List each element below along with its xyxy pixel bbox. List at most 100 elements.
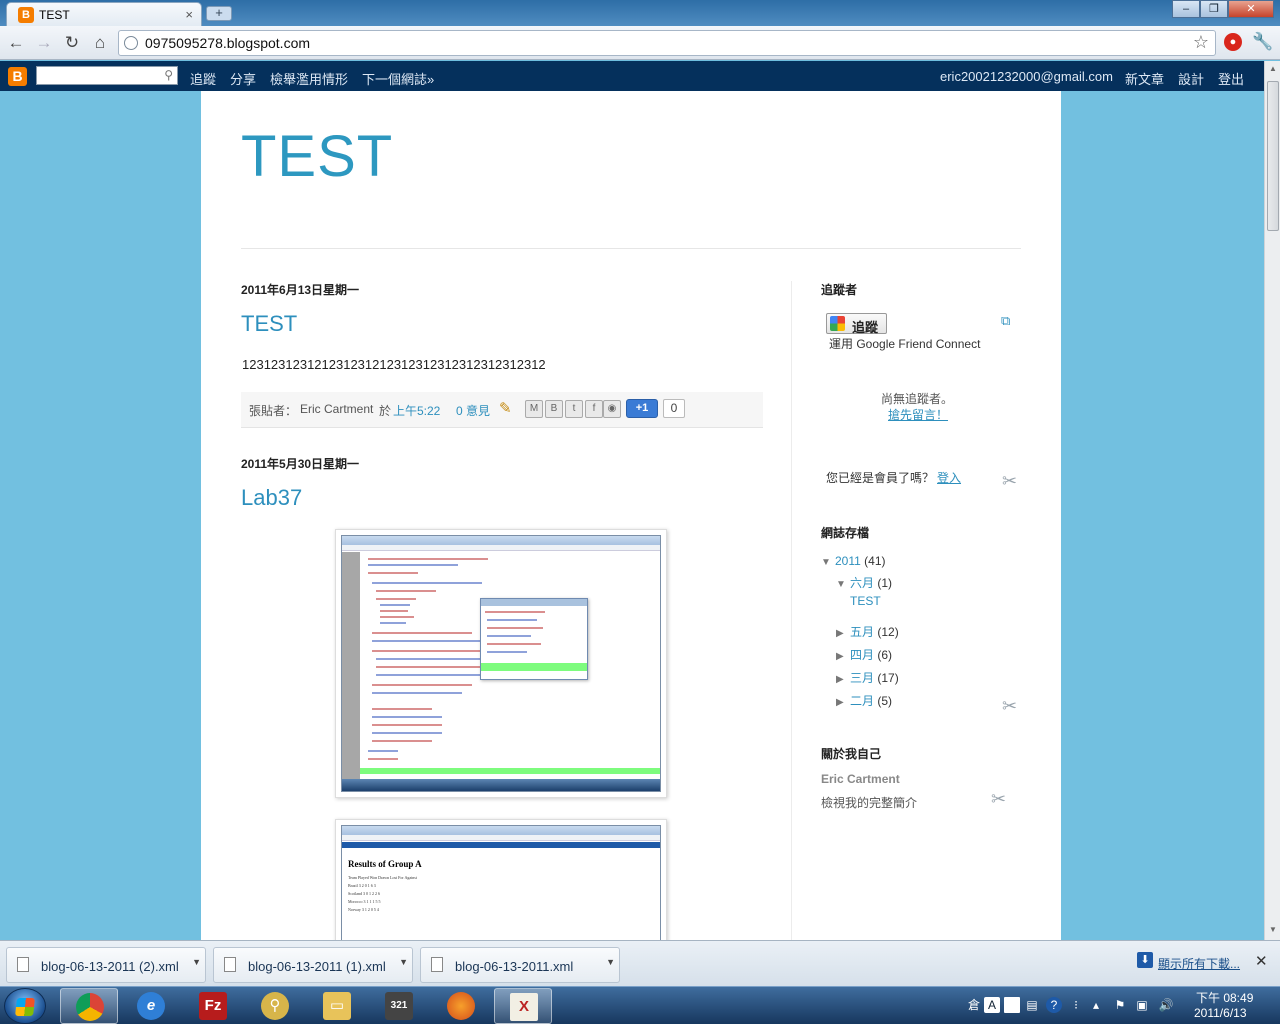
archive-month[interactable]: ▶ 三月 (17): [836, 669, 899, 686]
dropdown-arrow-icon[interactable]: ▼: [192, 957, 201, 967]
navbar-sign-out-link[interactable]: 登出: [1218, 69, 1244, 88]
taskbar-filezilla[interactable]: Fz: [184, 988, 242, 1024]
tab-title: TEST: [39, 8, 70, 22]
plus-one-button[interactable]: +1: [626, 399, 658, 418]
minimize-button[interactable]: –: [1172, 0, 1200, 18]
edit-gadget-tools-icon[interactable]: ✂: [1002, 471, 1017, 492]
twitter-share-icon[interactable]: t: [565, 400, 583, 418]
plus-one-count: 0: [663, 399, 685, 418]
download-item[interactable]: blog-06-13-2011 (1).xml ▼: [213, 947, 413, 983]
taskbar-xml-editor[interactable]: X: [494, 988, 552, 1024]
forward-arrow-icon[interactable]: →: [33, 32, 55, 54]
post-title[interactable]: Lab37: [241, 485, 302, 511]
collapsed-triangle-icon[interactable]: ▶: [836, 628, 850, 639]
archive-month[interactable]: ▼ 六月 (1): [836, 574, 892, 591]
facebook-share-icon[interactable]: f: [585, 400, 603, 418]
posted-by-label: 張貼者：: [249, 404, 298, 418]
options-icon[interactable]: ⁝: [1068, 997, 1084, 1013]
new-tab-button[interactable]: +: [206, 6, 232, 21]
taskbar-ie[interactable]: e: [122, 988, 180, 1024]
show-all-downloads-link[interactable]: 顯示所有下載...: [1158, 955, 1240, 972]
archive-month[interactable]: ▶ 四月 (6): [836, 646, 892, 663]
close-shelf-icon[interactable]: ✕: [1255, 952, 1268, 970]
keyboard-icon[interactable]: ▤: [1024, 997, 1040, 1013]
blog-search-input[interactable]: ⚲: [36, 66, 178, 85]
maximize-button[interactable]: ❐: [1200, 0, 1228, 18]
be-first-link[interactable]: 搶先留言！: [888, 406, 948, 423]
bookmark-star-icon[interactable]: ☆: [1193, 32, 1209, 53]
blogger-logo-icon[interactable]: B: [8, 67, 27, 86]
browser-tab[interactable]: B TEST ×: [6, 2, 202, 26]
show-hidden-icons-icon[interactable]: ▴: [1088, 997, 1104, 1013]
collapsed-triangle-icon[interactable]: ▶: [836, 674, 850, 685]
edit-pencil-icon[interactable]: ✎: [499, 399, 512, 417]
collapsed-triangle-icon[interactable]: ▶: [836, 697, 850, 708]
sign-in-link[interactable]: 登入: [937, 469, 961, 486]
archive-post-link[interactable]: TEST: [850, 594, 881, 608]
back-arrow-icon[interactable]: ←: [5, 32, 27, 54]
scroll-down-arrow-icon[interactable]: ▼: [1267, 925, 1279, 937]
folder-icon: ▭: [323, 992, 351, 1020]
scroll-up-arrow-icon[interactable]: ▲: [1267, 64, 1279, 76]
reload-icon[interactable]: ↻: [61, 32, 83, 54]
archive-month[interactable]: ▶ 二月 (5): [836, 692, 892, 709]
post-body: 1231231231212312312123123123123123123123…: [242, 357, 546, 372]
tab-close-icon[interactable]: ×: [185, 7, 193, 22]
follow-button[interactable]: 追蹤: [826, 313, 887, 335]
post-image[interactable]: Results of Group A Team Played Won Drawn…: [335, 819, 667, 940]
wrench-menu-icon[interactable]: 🔧: [1252, 32, 1273, 52]
home-icon[interactable]: ⌂: [89, 32, 111, 54]
post-title[interactable]: TEST: [241, 311, 297, 337]
blogger-share-icon[interactable]: B: [545, 400, 563, 418]
network-icon[interactable]: ▣: [1134, 997, 1150, 1013]
navbar-next-blog-link[interactable]: 下一個網誌»: [362, 69, 434, 88]
vertical-scrollbar[interactable]: ▲ ▼: [1264, 61, 1280, 940]
archive-year[interactable]: ▼ 2011 (41): [821, 554, 886, 568]
email-share-icon[interactable]: M: [525, 400, 543, 418]
search-icon[interactable]: ⚲: [164, 68, 173, 82]
archive-month[interactable]: ▶ 五月 (12): [836, 623, 899, 640]
navbar-new-post-link[interactable]: 新文章: [1125, 69, 1164, 88]
extension-icon[interactable]: ●: [1224, 33, 1242, 51]
post-footer: 張貼者： Eric Cartment 於 上午5:22 0 意見 ✎ M B t…: [241, 392, 763, 428]
navbar-report-abuse-link[interactable]: 檢舉濫用情形: [270, 69, 348, 88]
dropdown-arrow-icon[interactable]: ▼: [606, 957, 615, 967]
taskbar-firefox[interactable]: [432, 988, 490, 1024]
address-bar[interactable]: 0975095278.blogspot.com ☆: [118, 30, 1216, 56]
ime-icon[interactable]: 倉: [966, 997, 982, 1013]
clock-time[interactable]: 下午 08:49: [1196, 989, 1253, 1006]
taskbar-chrome[interactable]: [60, 988, 118, 1024]
help-icon[interactable]: ?: [1046, 997, 1062, 1013]
scrollbar-thumb[interactable]: [1267, 81, 1279, 231]
dropdown-arrow-icon[interactable]: ▼: [399, 957, 408, 967]
taskbar-search-tool[interactable]: ⚲: [246, 988, 304, 1024]
browser-tab-strip: B TEST × + – ❐ ✕: [0, 0, 1280, 26]
font-a-icon[interactable]: A: [984, 997, 1000, 1013]
post-comments-link[interactable]: 0 意見: [456, 402, 490, 419]
expanded-triangle-icon[interactable]: ▼: [821, 557, 835, 568]
view-profile-link[interactable]: 檢視我的完整簡介: [821, 794, 917, 811]
buzz-share-icon[interactable]: ◉: [603, 400, 621, 418]
blog-title[interactable]: TEST: [241, 123, 393, 190]
action-center-flag-icon[interactable]: ⚑: [1112, 997, 1128, 1013]
download-item[interactable]: blog-06-13-2011.xml ▼: [420, 947, 620, 983]
post-image[interactable]: [335, 529, 667, 798]
expanded-triangle-icon[interactable]: ▼: [836, 579, 850, 590]
download-item[interactable]: blog-06-13-2011 (2).xml ▼: [6, 947, 206, 983]
navbar-share-link[interactable]: 分享: [230, 69, 256, 88]
volume-icon[interactable]: 🔊: [1158, 997, 1174, 1013]
popout-icon[interactable]: ⧉: [1001, 313, 1010, 329]
start-button[interactable]: [4, 988, 46, 1024]
navbar-design-link[interactable]: 設計: [1178, 69, 1204, 88]
window-close-button[interactable]: ✕: [1228, 0, 1274, 18]
input-mode-icon[interactable]: [1004, 997, 1020, 1013]
about-name[interactable]: Eric Cartment: [821, 772, 900, 786]
clock-date[interactable]: 2011/6/13: [1194, 1006, 1247, 1020]
navbar-follow-link[interactable]: 追蹤: [190, 69, 216, 88]
taskbar-explorer[interactable]: ▭: [308, 988, 366, 1024]
taskbar-media[interactable]: 321: [370, 988, 428, 1024]
edit-gadget-tools-icon[interactable]: ✂: [1002, 696, 1017, 717]
post-time-link[interactable]: 上午5:22: [393, 402, 440, 419]
edit-gadget-tools-icon[interactable]: ✂: [991, 789, 1006, 810]
collapsed-triangle-icon[interactable]: ▶: [836, 651, 850, 662]
